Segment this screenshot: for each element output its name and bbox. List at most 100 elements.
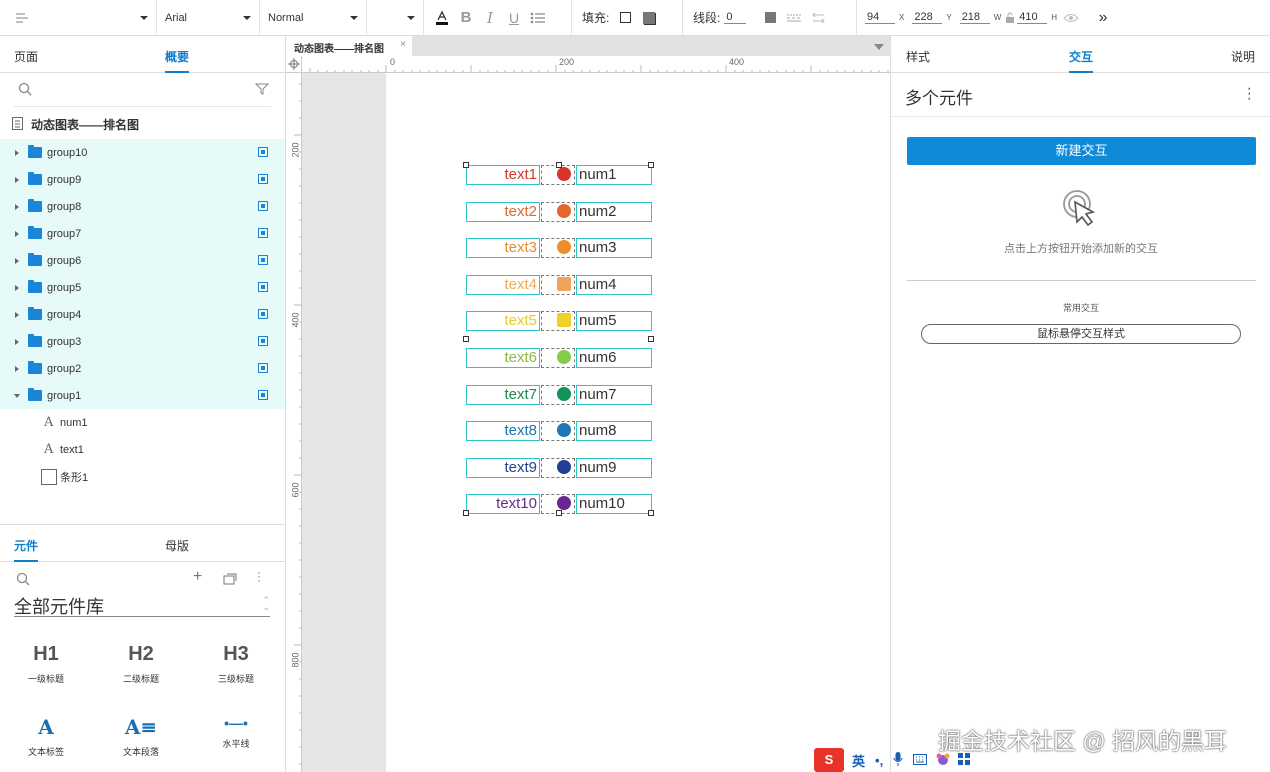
selection-handle[interactable] [463,162,469,168]
tree-group[interactable]: group9 [0,166,285,193]
expand-arrow-icon[interactable] [15,203,19,210]
fill-box-icon[interactable] [613,6,637,30]
tab-outline[interactable]: 概要 [165,48,190,73]
tab-widgets[interactable]: 元件 [14,537,39,562]
grid-icon[interactable] [957,752,971,769]
page-title[interactable]: 动态图表——排名图 [12,116,139,133]
rank-text[interactable]: text2 [466,201,540,222]
selection-handle[interactable] [463,510,469,516]
ranking-row[interactable]: text2 num2 [466,201,652,222]
add-icon[interactable]: + [193,568,202,586]
tab-style[interactable]: 样式 [906,48,930,65]
tab-pages[interactable]: 页面 [14,48,38,65]
ranking-row[interactable]: text9 num9 [466,457,652,478]
microphone-icon[interactable] [893,751,904,769]
widget-h3[interactable]: H3 三级标题 [196,643,276,685]
tree-item[interactable]: Anum1 [0,409,285,436]
document-tab[interactable]: 动态图表——排名图 × [286,36,412,56]
rank-number[interactable]: num9 [576,457,652,478]
ranking-row[interactable]: text4 num4 [466,274,652,295]
search-icon[interactable] [16,572,30,589]
skin-icon[interactable] [935,752,951,769]
tree-item[interactable]: Atext1 [0,436,285,463]
font-style-select[interactable]: Normal [260,0,367,36]
tree-group[interactable]: group3 [0,328,285,355]
height-input[interactable]: 410 [1017,11,1048,24]
stroke-pattern-icon[interactable] [782,6,806,30]
visibility-icon[interactable] [258,174,268,184]
tab-masters[interactable]: 母版 [165,537,189,554]
paint-format-dropdown[interactable] [0,0,157,36]
more-icon[interactable]: · · · [1247,81,1252,107]
tree-group[interactable]: group6 [0,247,285,274]
rank-text[interactable]: text7 [466,384,540,405]
stroke-width-input[interactable]: 0 [724,11,747,24]
collapse-arrow-icon[interactable] [14,393,20,398]
tree-group[interactable]: group10 [0,139,285,166]
width-input[interactable]: 218 [959,11,990,24]
expand-arrow-icon[interactable] [15,230,19,237]
expand-arrow-icon[interactable] [15,311,19,318]
selection-handle[interactable] [463,336,469,342]
y-input[interactable]: 228 [912,11,943,24]
outline-search[interactable] [14,73,271,107]
ruler-corner[interactable] [286,56,302,73]
tree-group[interactable]: group5 [0,274,285,301]
italic-icon[interactable]: I [478,6,502,30]
font-size-select[interactable] [367,0,424,36]
ranking-row[interactable]: text6 num6 [466,348,652,368]
visibility-icon[interactable] [258,363,268,373]
rank-text[interactable]: text3 [466,238,540,259]
arrow-style-icon[interactable] [806,6,830,30]
expand-arrow-icon[interactable] [15,176,19,183]
more-icon[interactable]: · · · [257,566,261,586]
widget-text-paragraph[interactable]: A≡ 文本段落 [101,715,181,758]
ranking-row[interactable]: text8 num8 [466,421,652,442]
lock-icon[interactable] [1003,6,1017,30]
rank-text[interactable]: text10 [466,494,540,515]
new-interaction-button[interactable]: 新建交互 [907,137,1256,165]
fill-shadow-icon[interactable] [637,6,661,30]
visibility-icon[interactable] [258,228,268,238]
selection-handle[interactable] [648,510,654,516]
widget-horizontal-line[interactable]: •—• 水平线 [196,715,276,750]
list-icon[interactable] [526,6,550,30]
x-input[interactable]: 94 [865,11,895,24]
library-select[interactable]: 全部元件库 ⌃ ⌄ [14,593,270,617]
ime-punctuation[interactable]: •, [875,753,883,768]
visibility-icon[interactable] [258,282,268,292]
visibility-icon[interactable] [258,201,268,211]
eye-icon[interactable] [1059,6,1083,30]
rank-number[interactable]: num10 [576,494,652,515]
visibility-icon[interactable] [258,336,268,346]
tree-item[interactable]: 条形1 [0,463,285,490]
ranking-row[interactable]: text7 num7 [466,384,652,405]
selection-handle[interactable] [648,162,654,168]
underline-icon[interactable]: U [502,6,526,30]
tree-group[interactable]: group1 [0,382,285,409]
close-icon[interactable]: × [400,39,406,50]
visibility-icon[interactable] [258,390,268,400]
ranking-row[interactable]: text1 num1 [466,165,652,185]
selection-handle[interactable] [648,336,654,342]
expand-arrow-icon[interactable] [15,257,19,264]
keyboard-icon[interactable] [913,753,928,768]
filter-icon[interactable] [254,82,270,99]
widget-h1[interactable]: H1 一级标题 [6,643,86,685]
ime-language[interactable]: 英 [852,751,865,770]
rank-number[interactable]: num4 [576,274,652,295]
rank-number[interactable]: num2 [576,201,652,222]
hover-style-button[interactable]: 鼠标悬停交互样式 [921,324,1241,344]
selection-handle[interactable] [556,510,562,516]
rank-text[interactable]: text1 [466,165,540,185]
widget-h2[interactable]: H2 二级标题 [101,643,181,685]
rank-number[interactable]: num5 [576,311,652,332]
font-family-select[interactable]: Arial [157,0,260,36]
rank-text[interactable]: text5 [466,311,540,332]
widget-text-label[interactable]: A 文本标签 [6,715,86,758]
ranking-row[interactable]: text3 num3 [466,238,652,259]
rank-number[interactable]: num6 [576,348,652,368]
rank-number[interactable]: num1 [576,165,652,185]
visibility-icon[interactable] [258,147,268,157]
selection-handle[interactable] [556,162,562,168]
